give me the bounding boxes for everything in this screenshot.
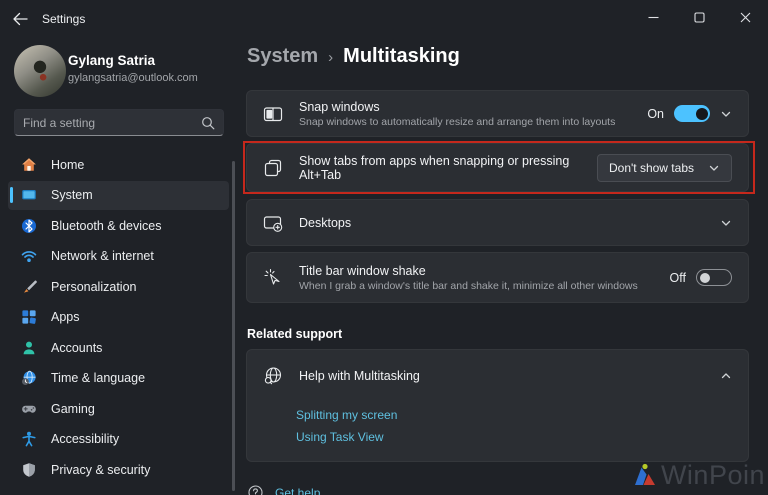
link-using-task-view[interactable]: Using Task View bbox=[296, 430, 397, 444]
sidebar-item-label: Privacy & security bbox=[51, 462, 151, 477]
sidebar-item-label: Personalization bbox=[51, 279, 137, 294]
title-bar-shake-description: When I grab a window's title bar and sha… bbox=[299, 279, 638, 292]
snap-windows-title: Snap windows bbox=[299, 99, 380, 114]
help-links: Splitting my screen Using Task View bbox=[247, 408, 397, 444]
sidebar-item-label: Network & internet bbox=[51, 249, 154, 263]
network-icon bbox=[21, 251, 37, 262]
breadcrumb-separator-icon: › bbox=[328, 49, 334, 66]
watermark-text: WinPoin bbox=[660, 460, 765, 490]
snap-windows-icon bbox=[263, 106, 283, 121]
shake-cursor-icon bbox=[264, 268, 280, 285]
snap-windows-description: Snap windows to automatically resize and… bbox=[299, 115, 616, 128]
maximize-button[interactable] bbox=[676, 0, 722, 34]
chevron-down-icon[interactable] bbox=[720, 217, 732, 229]
title-bar-shake-title: Title bar window shake bbox=[299, 263, 426, 278]
search-box[interactable] bbox=[14, 109, 224, 136]
search-input[interactable] bbox=[23, 115, 201, 130]
window-title: Settings bbox=[42, 12, 86, 26]
show-tabs-title: Show tabs from apps when snapping or pre… bbox=[299, 153, 570, 182]
sidebar-item-label: Bluetooth & devices bbox=[51, 218, 162, 233]
title-bar-shake-toggle[interactable] bbox=[696, 269, 732, 286]
sidebar-item-bluetooth[interactable]: Bluetooth & devices bbox=[8, 211, 229, 240]
accounts-icon bbox=[23, 341, 35, 354]
related-support-heading: Related support bbox=[247, 327, 343, 341]
sidebar-item-label: Time & language bbox=[51, 371, 146, 385]
tabs-icon bbox=[264, 159, 282, 176]
sidebar-item-apps[interactable]: Apps bbox=[8, 303, 229, 332]
main-content: System › Multitasking Snap windows Snap … bbox=[246, 36, 749, 495]
accessibility-icon bbox=[22, 431, 36, 447]
personalization-icon bbox=[24, 279, 37, 293]
sidebar-item-accounts[interactable]: Accounts bbox=[8, 333, 229, 362]
maximize-icon bbox=[693, 11, 705, 23]
sidebar-nav: Home System Bluetooth & devices Network … bbox=[8, 150, 229, 486]
window-controls bbox=[630, 0, 768, 34]
avatar[interactable] bbox=[14, 45, 66, 97]
desktops-card[interactable]: Desktops bbox=[246, 199, 749, 246]
question-mark-icon bbox=[248, 485, 263, 495]
get-help-row[interactable]: Get help bbox=[248, 485, 320, 495]
back-button[interactable] bbox=[12, 8, 40, 30]
gaming-icon bbox=[22, 405, 36, 413]
show-tabs-dropdown[interactable]: Don't show tabs bbox=[596, 153, 732, 182]
home-icon bbox=[22, 157, 36, 171]
show-tabs-dropdown-value: Don't show tabs bbox=[608, 160, 694, 175]
show-tabs-card[interactable]: Show tabs from apps when snapping or pre… bbox=[246, 143, 749, 192]
privacy-icon bbox=[23, 462, 35, 477]
search-icon bbox=[202, 116, 215, 129]
breadcrumb: System › Multitasking bbox=[247, 45, 460, 68]
winpoin-logo-icon bbox=[634, 463, 655, 485]
user-email: gylangsatria@outlook.com bbox=[68, 72, 198, 84]
desktops-title: Desktops bbox=[299, 215, 352, 230]
sidebar-item-network[interactable]: Network & internet bbox=[8, 242, 229, 271]
title-bar-shake-card[interactable]: Title bar window shake When I grab a win… bbox=[246, 252, 749, 303]
sidebar-item-label: System bbox=[51, 188, 93, 202]
chevron-down-icon[interactable] bbox=[720, 108, 732, 120]
user-name: Gylang Satria bbox=[68, 53, 156, 68]
sidebar: Gylang Satria gylangsatria@outlook.com H… bbox=[0, 36, 240, 495]
sidebar-item-label: Apps bbox=[51, 310, 80, 324]
minimize-button[interactable] bbox=[630, 0, 676, 34]
titlebar: Settings bbox=[0, 0, 768, 36]
help-card-title: Help with Multitasking bbox=[299, 369, 420, 383]
bluetooth-icon bbox=[22, 218, 36, 233]
close-icon bbox=[740, 12, 750, 22]
snap-windows-card[interactable]: Snap windows Snap windows to automatical… bbox=[246, 90, 749, 137]
breadcrumb-system[interactable]: System bbox=[247, 45, 318, 68]
close-button[interactable] bbox=[722, 0, 768, 34]
watermark: WinPoin bbox=[632, 460, 765, 491]
chevron-up-icon[interactable] bbox=[720, 370, 732, 382]
sidebar-item-label: Home bbox=[51, 157, 85, 172]
settings-window: Settings Gylang Satria gylangsatria@outl… bbox=[0, 0, 768, 495]
time-language-icon bbox=[22, 370, 36, 385]
system-icon bbox=[22, 190, 36, 200]
sidebar-item-label: Gaming bbox=[51, 401, 95, 416]
help-globe-icon bbox=[264, 367, 282, 385]
sidebar-item-label: Accessibility bbox=[51, 432, 120, 446]
desktops-icon bbox=[263, 215, 283, 232]
sidebar-item-privacy[interactable]: Privacy & security bbox=[8, 455, 229, 484]
sidebar-item-time-language[interactable]: Time & language bbox=[8, 364, 229, 393]
sidebar-item-system[interactable]: System bbox=[8, 180, 229, 210]
help-card: Help with Multitasking Splitting my scre… bbox=[246, 349, 749, 462]
sidebar-item-gaming[interactable]: Gaming bbox=[8, 394, 229, 423]
title-bar-shake-state-label: Off bbox=[669, 270, 686, 285]
link-splitting-my-screen[interactable]: Splitting my screen bbox=[296, 408, 397, 422]
sidebar-scrollbar[interactable] bbox=[232, 161, 235, 491]
sidebar-item-personalization[interactable]: Personalization bbox=[8, 272, 229, 301]
sidebar-item-accessibility[interactable]: Accessibility bbox=[8, 425, 229, 454]
get-help-link: Get help bbox=[275, 485, 321, 495]
chevron-down-icon bbox=[709, 165, 719, 171]
sidebar-item-label: Accounts bbox=[51, 340, 103, 355]
minimize-icon bbox=[648, 16, 658, 18]
page-title: Multitasking bbox=[343, 45, 460, 67]
back-arrow-icon bbox=[13, 12, 28, 26]
snap-windows-toggle[interactable] bbox=[674, 105, 710, 122]
sidebar-item-home[interactable]: Home bbox=[8, 150, 229, 179]
snap-windows-state-label: On bbox=[647, 106, 664, 121]
apps-icon bbox=[22, 310, 36, 324]
help-card-header[interactable]: Help with Multitasking bbox=[247, 350, 748, 402]
